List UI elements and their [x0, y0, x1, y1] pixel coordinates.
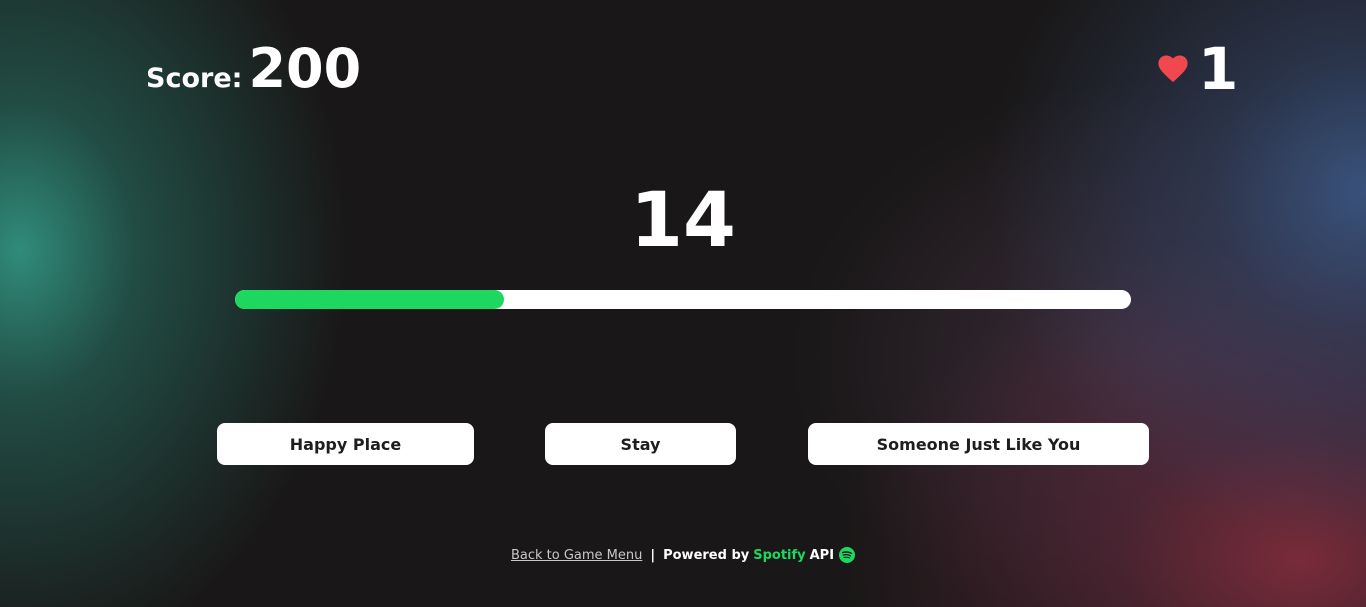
spotify-brand-text: Spotify [753, 547, 806, 563]
time-progress-fill [235, 290, 504, 309]
spotify-icon [839, 547, 856, 563]
score-value: 200 [248, 37, 362, 100]
footer-separator: | [650, 547, 656, 563]
score-display: Score: 200 [146, 38, 361, 100]
lives-value: 1 [1198, 35, 1239, 103]
answer-button-3[interactable]: Someone Just Like You [808, 423, 1149, 465]
lives-display: 1 [1158, 38, 1238, 100]
answer-button-1[interactable]: Happy Place [217, 423, 474, 465]
countdown-timer: 14 [630, 175, 736, 264]
time-progress-bar [235, 290, 1131, 309]
powered-by-text: Powered by [663, 547, 750, 563]
score-label: Score: [146, 63, 243, 94]
heart-icon [1158, 55, 1188, 83]
api-text: API [809, 547, 835, 563]
footer: Back to Game Menu | Powered by Spotify A… [0, 547, 1366, 563]
back-to-menu-link[interactable]: Back to Game Menu [511, 548, 642, 563]
answer-button-2[interactable]: Stay [545, 423, 736, 465]
